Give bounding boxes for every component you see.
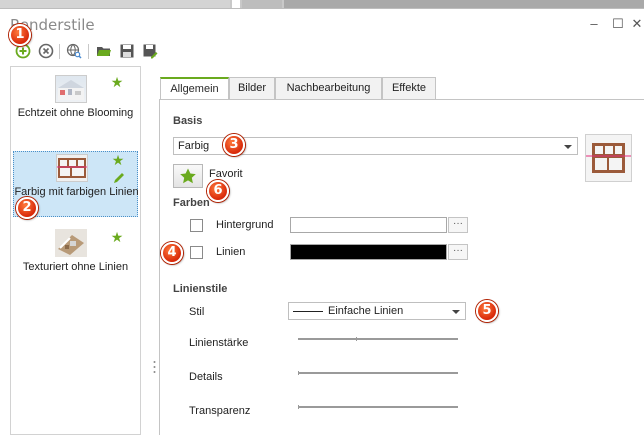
style-list: ★ Echtzeit ohne Blooming ★ Farbig mit fa… — [10, 66, 141, 435]
favorite-star-icon: ★ — [111, 152, 125, 168]
favorite-star-icon: ★ — [110, 74, 124, 90]
style-item-texturiert[interactable]: ★ Texturiert ohne Linien — [13, 227, 138, 293]
hintergrund-label: Hintergrund — [216, 219, 274, 231]
style-item-echtzeit[interactable]: ★ Echtzeit ohne Blooming — [13, 73, 138, 139]
save-as-icon[interactable] — [142, 43, 158, 59]
favorite-star-icon: ★ — [110, 229, 124, 245]
stil-dropdown-value: Einfache Linien — [328, 305, 404, 317]
section-farben-heading: Farben — [173, 197, 210, 209]
maximize-button[interactable]: ☐ — [609, 15, 627, 33]
minimize-button[interactable]: – — [585, 15, 603, 33]
details-label: Details — [189, 371, 223, 383]
style-thumbnail — [56, 154, 88, 182]
title-bar: Renderstile – ☐ ✕ — [0, 9, 644, 39]
style-item-label: Echtzeit ohne Blooming — [17, 107, 134, 119]
transparenz-slider[interactable] — [298, 406, 458, 408]
style-thumbnail — [55, 229, 87, 257]
tab-allgemein[interactable]: Allgemein — [160, 77, 229, 100]
hintergrund-checkbox[interactable] — [190, 219, 203, 232]
remove-circle-icon[interactable] — [38, 43, 54, 59]
save-icon[interactable] — [119, 43, 135, 59]
linien-color-field[interactable] — [290, 244, 447, 260]
linien-checkbox[interactable] — [190, 246, 203, 259]
annotation-badge-6: 6 — [207, 180, 229, 202]
stil-dropdown[interactable]: Einfache Linien — [288, 302, 466, 320]
basis-dropdown-value: Farbig — [178, 140, 210, 152]
close-button[interactable]: ✕ — [628, 15, 644, 33]
linienstaerke-label: Linienstärke — [189, 337, 249, 349]
style-preview — [585, 134, 632, 182]
details-slider[interactable] — [298, 372, 458, 374]
chevron-down-icon — [564, 145, 572, 149]
hintergrund-ellipsis-button[interactable]: ··· — [448, 217, 468, 233]
annotation-badge-4: 4 — [161, 242, 183, 264]
hintergrund-color-field[interactable] — [290, 217, 447, 233]
favorite-label: Favorit — [209, 168, 243, 180]
style-item-label: Texturiert ohne Linien — [22, 261, 129, 273]
toolbar-separator — [88, 44, 89, 59]
section-basis-heading: Basis — [173, 115, 203, 127]
section-linienstile-heading: Linienstile — [173, 283, 228, 295]
folder-open-icon[interactable] — [96, 43, 112, 59]
tab-effekte[interactable]: Effekte — [382, 77, 436, 99]
annotation-badge-2: 2 — [16, 197, 38, 219]
stil-label: Stil — [189, 306, 205, 318]
panel-splitter[interactable] — [153, 360, 156, 374]
annotation-badge-5: 5 — [476, 300, 498, 322]
slider-thumb[interactable] — [356, 337, 357, 341]
toolbar-separator — [59, 44, 60, 59]
line-style-preview — [293, 311, 323, 312]
chevron-down-icon — [452, 310, 460, 314]
linien-label: Linien — [216, 246, 246, 258]
annotation-badge-3: 3 — [223, 134, 245, 156]
style-thumbnail — [55, 75, 87, 103]
tab-bilder[interactable]: Bilder — [229, 77, 275, 99]
edit-pencil-icon[interactable] — [112, 171, 126, 185]
slider-thumb[interactable] — [298, 371, 299, 375]
linien-ellipsis-button[interactable]: ··· — [448, 244, 468, 260]
favorite-button[interactable] — [173, 164, 203, 188]
tab-nachbearbeitung[interactable]: Nachbearbeitung — [275, 77, 382, 99]
transparenz-label: Transparenz — [189, 405, 251, 417]
style-item-label: Farbig mit farbigen Linien — [14, 186, 139, 198]
globe-search-icon[interactable] — [66, 43, 82, 59]
slider-thumb[interactable] — [298, 405, 299, 409]
linienstaerke-slider[interactable] — [298, 338, 458, 340]
annotation-badge-1: 1 — [9, 24, 31, 46]
